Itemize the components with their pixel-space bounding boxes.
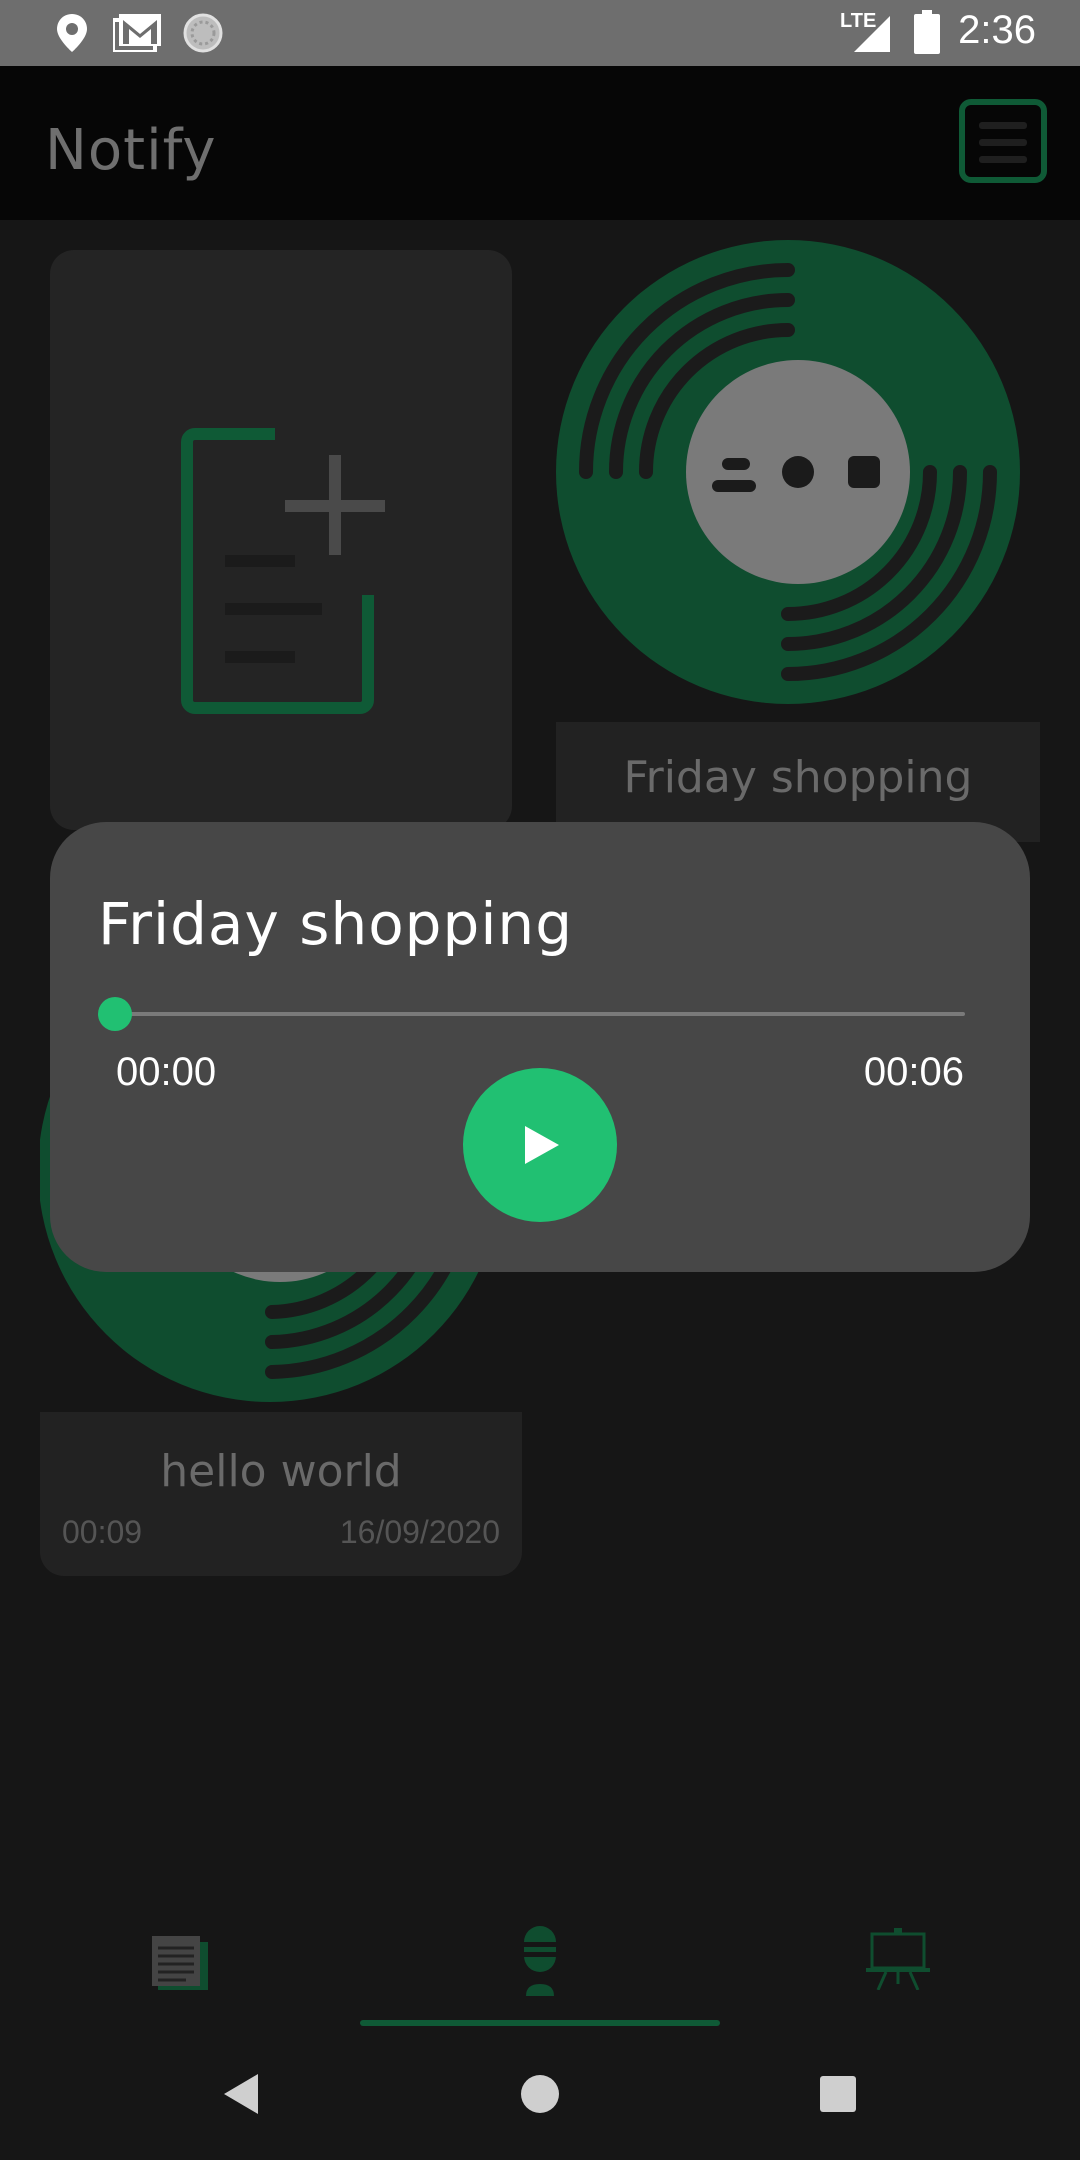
lte-signal-icon (854, 16, 890, 52)
system-navigation-bar (0, 2030, 1080, 2160)
current-time: 00:00 (116, 1050, 217, 1094)
note-caption-hello[interactable]: hello world 00:09 16/09/2020 (40, 1412, 522, 1576)
recents-icon[interactable] (820, 2076, 856, 2112)
play-button[interactable] (463, 1068, 617, 1222)
bottom-navigation (0, 1900, 1080, 2030)
sync-icon (183, 13, 223, 53)
note-date: 16/09/2020 (339, 1514, 500, 1550)
status-bar: LTE 2:36 (0, 0, 1080, 66)
audio-player-dialog: Friday shopping 00:00 00:06 (50, 822, 1030, 1272)
app-title: Notify (45, 118, 217, 183)
microphone-icon[interactable] (522, 1926, 558, 1996)
add-note-card[interactable] (50, 250, 512, 830)
gmail-icon (113, 14, 161, 52)
recording-disc-icon[interactable] (556, 240, 1020, 704)
active-tab-indicator (360, 2020, 720, 2026)
notes-icon[interactable] (150, 1930, 210, 1992)
home-icon[interactable] (520, 2074, 560, 2114)
seek-bar[interactable] (115, 1012, 965, 1016)
menu-button[interactable] (959, 99, 1047, 183)
add-note-icon (181, 428, 385, 714)
menu-icon (979, 122, 1027, 129)
note-title: Friday shopping (623, 752, 973, 803)
back-icon[interactable] (224, 2074, 258, 2114)
note-duration: 00:09 (62, 1514, 143, 1550)
location-icon (57, 14, 87, 52)
battery-icon (914, 10, 940, 54)
play-icon (525, 1126, 559, 1164)
whiteboard-icon[interactable] (866, 1928, 930, 1990)
total-time: 00:06 (863, 1050, 964, 1094)
clock: 2:36 (958, 8, 1036, 52)
note-title: hello world (160, 1446, 402, 1497)
seek-thumb[interactable] (98, 997, 132, 1031)
app-bar: Notify (0, 66, 1080, 220)
player-title: Friday shopping (98, 890, 574, 958)
